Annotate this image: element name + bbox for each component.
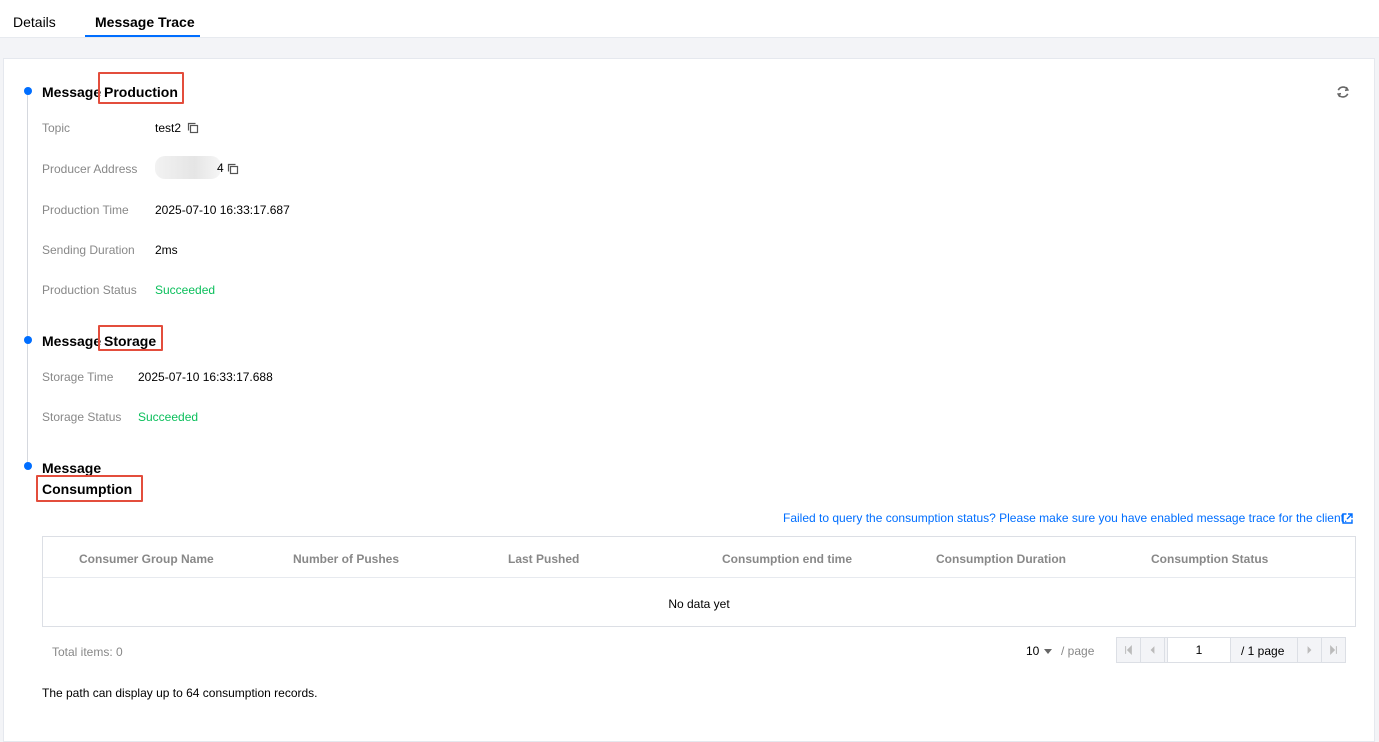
storage-time-value: 2025-07-10 16:33:17.688 <box>138 370 273 384</box>
production-title-highlight: Production <box>104 84 178 100</box>
column-header: Consumer Group Name <box>79 552 214 566</box>
timeline-line <box>27 92 28 466</box>
topic-value: test2 <box>155 121 182 135</box>
copy-icon[interactable] <box>227 163 239 175</box>
tab-message-trace[interactable]: Message Trace <box>95 14 195 30</box>
first-page-icon[interactable] <box>1117 638 1141 662</box>
page-number-input[interactable]: 1 <box>1167 638 1231 662</box>
table-header: Consumer Group Name Number of Pushes Las… <box>43 537 1355 578</box>
prev-page-icon[interactable] <box>1141 638 1165 662</box>
consumption-title-highlight: Consumption <box>42 481 133 497</box>
storage-title-highlight: Storage <box>104 333 157 349</box>
next-page-icon[interactable] <box>1297 638 1321 662</box>
pager: 1 / 1 page <box>1116 637 1346 663</box>
column-header: Consumption Duration <box>936 552 1066 566</box>
empty-state-text: No data yet <box>668 597 730 611</box>
storage-status-value: Succeeded <box>138 410 199 424</box>
producer-address-value: 4 <box>217 161 224 175</box>
consumption-table: Consumer Group Name Number of Pushes Las… <box>42 536 1356 627</box>
production-time-label: Production Time <box>42 203 129 217</box>
last-page-icon[interactable] <box>1321 638 1345 662</box>
timeline-dot-consumption <box>24 462 32 470</box>
consumption-records-note: The path can display up to 64 consumptio… <box>42 686 318 700</box>
caret-down-icon[interactable] <box>1044 649 1052 654</box>
timeline-dot-storage <box>24 336 32 344</box>
production-time-value: 2025-07-10 16:33:17.687 <box>155 203 290 217</box>
timeline-dot-production <box>24 87 32 95</box>
topic-label: Topic <box>42 121 71 135</box>
column-header: Number of Pushes <box>293 552 400 566</box>
production-title-prefix: Message <box>42 84 102 100</box>
storage-time-label: Storage Time <box>42 370 114 384</box>
sending-duration-value: 2ms <box>155 243 178 257</box>
production-status-label: Production Status <box>42 283 137 297</box>
redacted-address-blur <box>155 156 221 179</box>
tab-details[interactable]: Details <box>13 14 56 30</box>
per-page-label: / page <box>1061 644 1095 658</box>
storage-title-prefix: Message <box>42 333 102 349</box>
storage-status-label: Storage Status <box>42 410 122 424</box>
active-tab-indicator <box>85 35 200 37</box>
external-link-icon[interactable] <box>1342 513 1353 524</box>
refresh-icon[interactable] <box>1334 83 1352 101</box>
production-status-value: Succeeded <box>155 283 216 297</box>
column-header: Consumption end time <box>722 552 852 566</box>
total-pages-label: / 1 page <box>1241 644 1285 658</box>
page-size-select[interactable]: 10 <box>1026 644 1039 658</box>
producer-address-label: Producer Address <box>42 162 138 176</box>
consumption-title-prefix: Message <box>42 460 102 476</box>
sending-duration-label: Sending Duration <box>42 243 135 257</box>
tab-bar: Details Message Trace <box>0 0 1379 38</box>
column-header: Last Pushed <box>508 552 580 566</box>
copy-icon[interactable] <box>187 122 199 134</box>
consumption-help-link[interactable]: Failed to query the consumption status? … <box>783 511 1347 525</box>
total-items: Total items: 0 <box>52 645 123 659</box>
column-header: Consumption Status <box>1151 552 1269 566</box>
